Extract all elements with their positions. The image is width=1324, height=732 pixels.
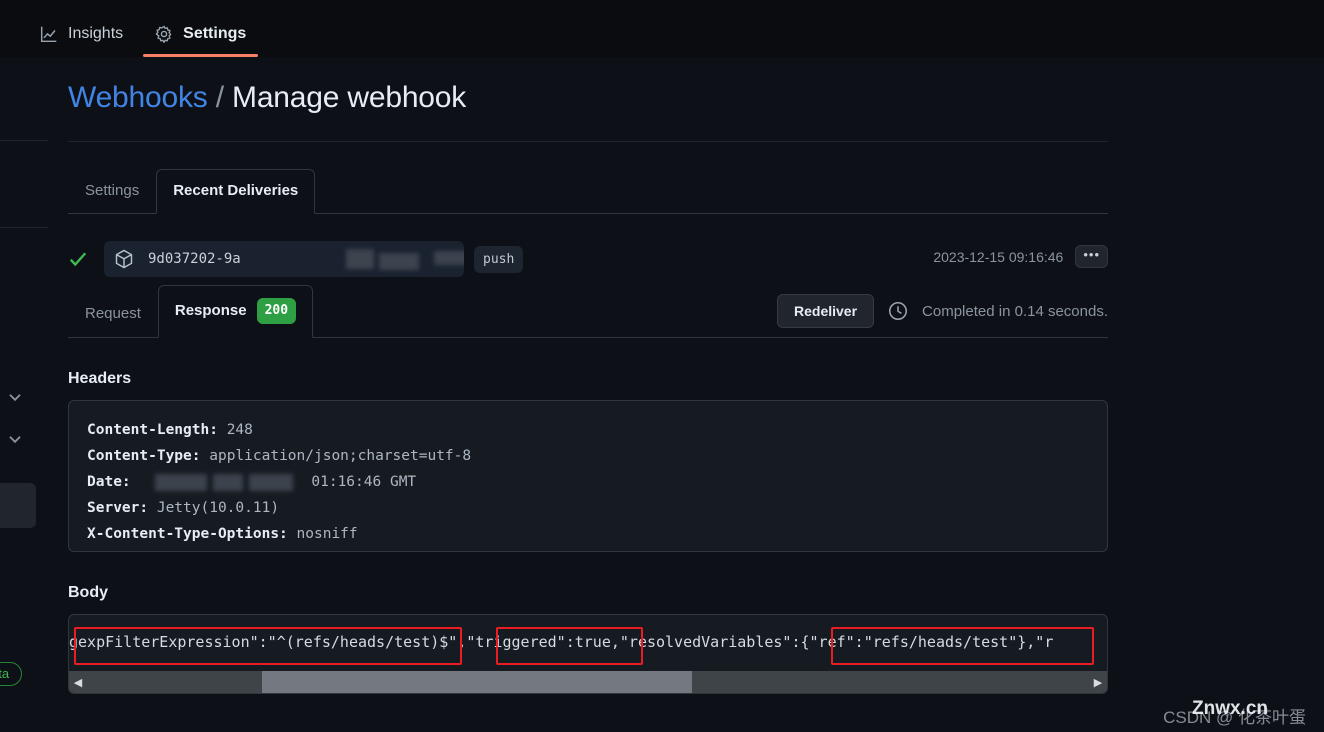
chevron-down-icon-2[interactable] [6,430,24,448]
response-headers-panel: Content-Length: 248 Content-Type: applic… [68,400,1108,552]
check-icon [68,249,88,269]
completed-duration-text: Completed in 0.14 seconds. [922,302,1108,320]
header-line: X-Content-Type-Options: nosniff [87,521,1089,547]
headers-section-title: Headers [68,370,132,387]
scrollbar-track[interactable] [87,671,1089,693]
response-body-panel[interactable]: gexpFilterExpression":"^(refs/heads/test… [68,614,1108,694]
top-navigation-bar: Insights Settings [0,0,1324,57]
header-key: Content-Type: [87,448,201,464]
header-key: X-Content-Type-Options: [87,526,288,542]
breadcrumb-separator: / [215,81,224,114]
status-badge: 200 [256,298,297,324]
breadcrumb-webhooks-link[interactable]: Webhooks [68,81,208,114]
delivery-guid-chip[interactable]: 9d037202-9a [104,241,464,277]
scroll-right-arrow-icon[interactable]: ▶ [1089,671,1107,693]
header-value: 01:16:46 GMT [311,474,417,490]
chevron-down-icon-1[interactable] [6,388,24,406]
tab-request-label: Request [85,305,141,322]
redacted-block-3 [434,251,464,265]
beta-badge: eta [0,662,23,686]
tab-response[interactable]: Response 200 [157,285,314,338]
title-divider [68,141,1108,142]
delivery-timestamp: 2023-12-15 09:16:46 [933,248,1064,265]
redacted-block-2 [379,253,419,270]
edge-divider-top [0,140,48,141]
header-line: Server: Jetty(10.0.11) [87,495,1089,521]
delivery-options-button[interactable]: ••• [1075,245,1108,268]
clock-icon [888,301,908,321]
breadcrumb-current: Manage webhook [232,81,467,114]
watermark-site: Znwx.cn [1191,698,1268,719]
tab-response-label: Response [174,302,247,319]
delivery-meta: 2023-12-15 09:16:46 ••• [933,245,1108,268]
tab-settings[interactable]: Settings [68,169,156,214]
event-type-badge: push [474,245,524,273]
redacted-date-3 [249,474,293,491]
header-line: Content-Type: application/json;charset=u… [87,443,1089,469]
gear-icon [155,25,173,43]
header-key: Date: [87,474,131,490]
scrollbar-thumb[interactable] [262,671,692,693]
graph-icon [40,25,58,43]
package-icon [114,249,134,269]
webhook-tabs: Settings Recent Deliveries [68,168,1108,214]
page-title: Webhooks / Manage webhook [68,78,1108,117]
header-value: nosniff [296,526,358,542]
delivery-detail-tabs: Request Response 200 Redeliver Completed… [68,285,1108,338]
response-body-code: gexpFilterExpression":"^(refs/heads/test… [69,633,1054,651]
redacted-date-2 [213,474,243,491]
edge-card-fragment [0,483,36,528]
header-line: Content-Length: 248 [87,417,1089,443]
redacted-date-1 [155,474,207,491]
body-horizontal-scrollbar[interactable]: ◀ ▶ [69,671,1107,693]
header-value: Jetty(10.0.11) [156,500,280,516]
tab-recent-deliveries[interactable]: Recent Deliveries [156,169,316,214]
tab-request[interactable]: Request [68,291,158,338]
body-section-title: Body [68,584,108,601]
header-line: Date: 01:16:46 GMT [87,469,1089,495]
main-content: Webhooks / Manage webhook Settings Recen… [68,78,1108,694]
delivery-actions: Redeliver Completed in 0.14 seconds. [777,294,1108,328]
redacted-block-1 [346,249,374,269]
nav-item-insights[interactable]: Insights [24,25,139,57]
header-key: Content-Length: [87,422,218,438]
delivery-guid: 9d037202-9a [148,251,241,267]
nav-item-settings[interactable]: Settings [139,25,262,57]
edge-divider-bottom [0,227,48,228]
top-nav-items: Insights Settings [24,0,262,57]
nav-item-insights-label: Insights [68,25,124,42]
scroll-left-arrow-icon[interactable]: ◀ [69,671,87,693]
header-value: application/json;charset=utf-8 [209,448,472,464]
delivery-summary-row[interactable]: 9d037202-9a push 2023-12-15 09:16:46 ••• [68,240,1108,278]
header-value: 248 [226,422,253,438]
header-key: Server: [87,500,149,516]
left-edge-panel-fragment [0,57,48,732]
redeliver-button[interactable]: Redeliver [777,294,875,328]
nav-item-settings-label: Settings [183,25,247,42]
